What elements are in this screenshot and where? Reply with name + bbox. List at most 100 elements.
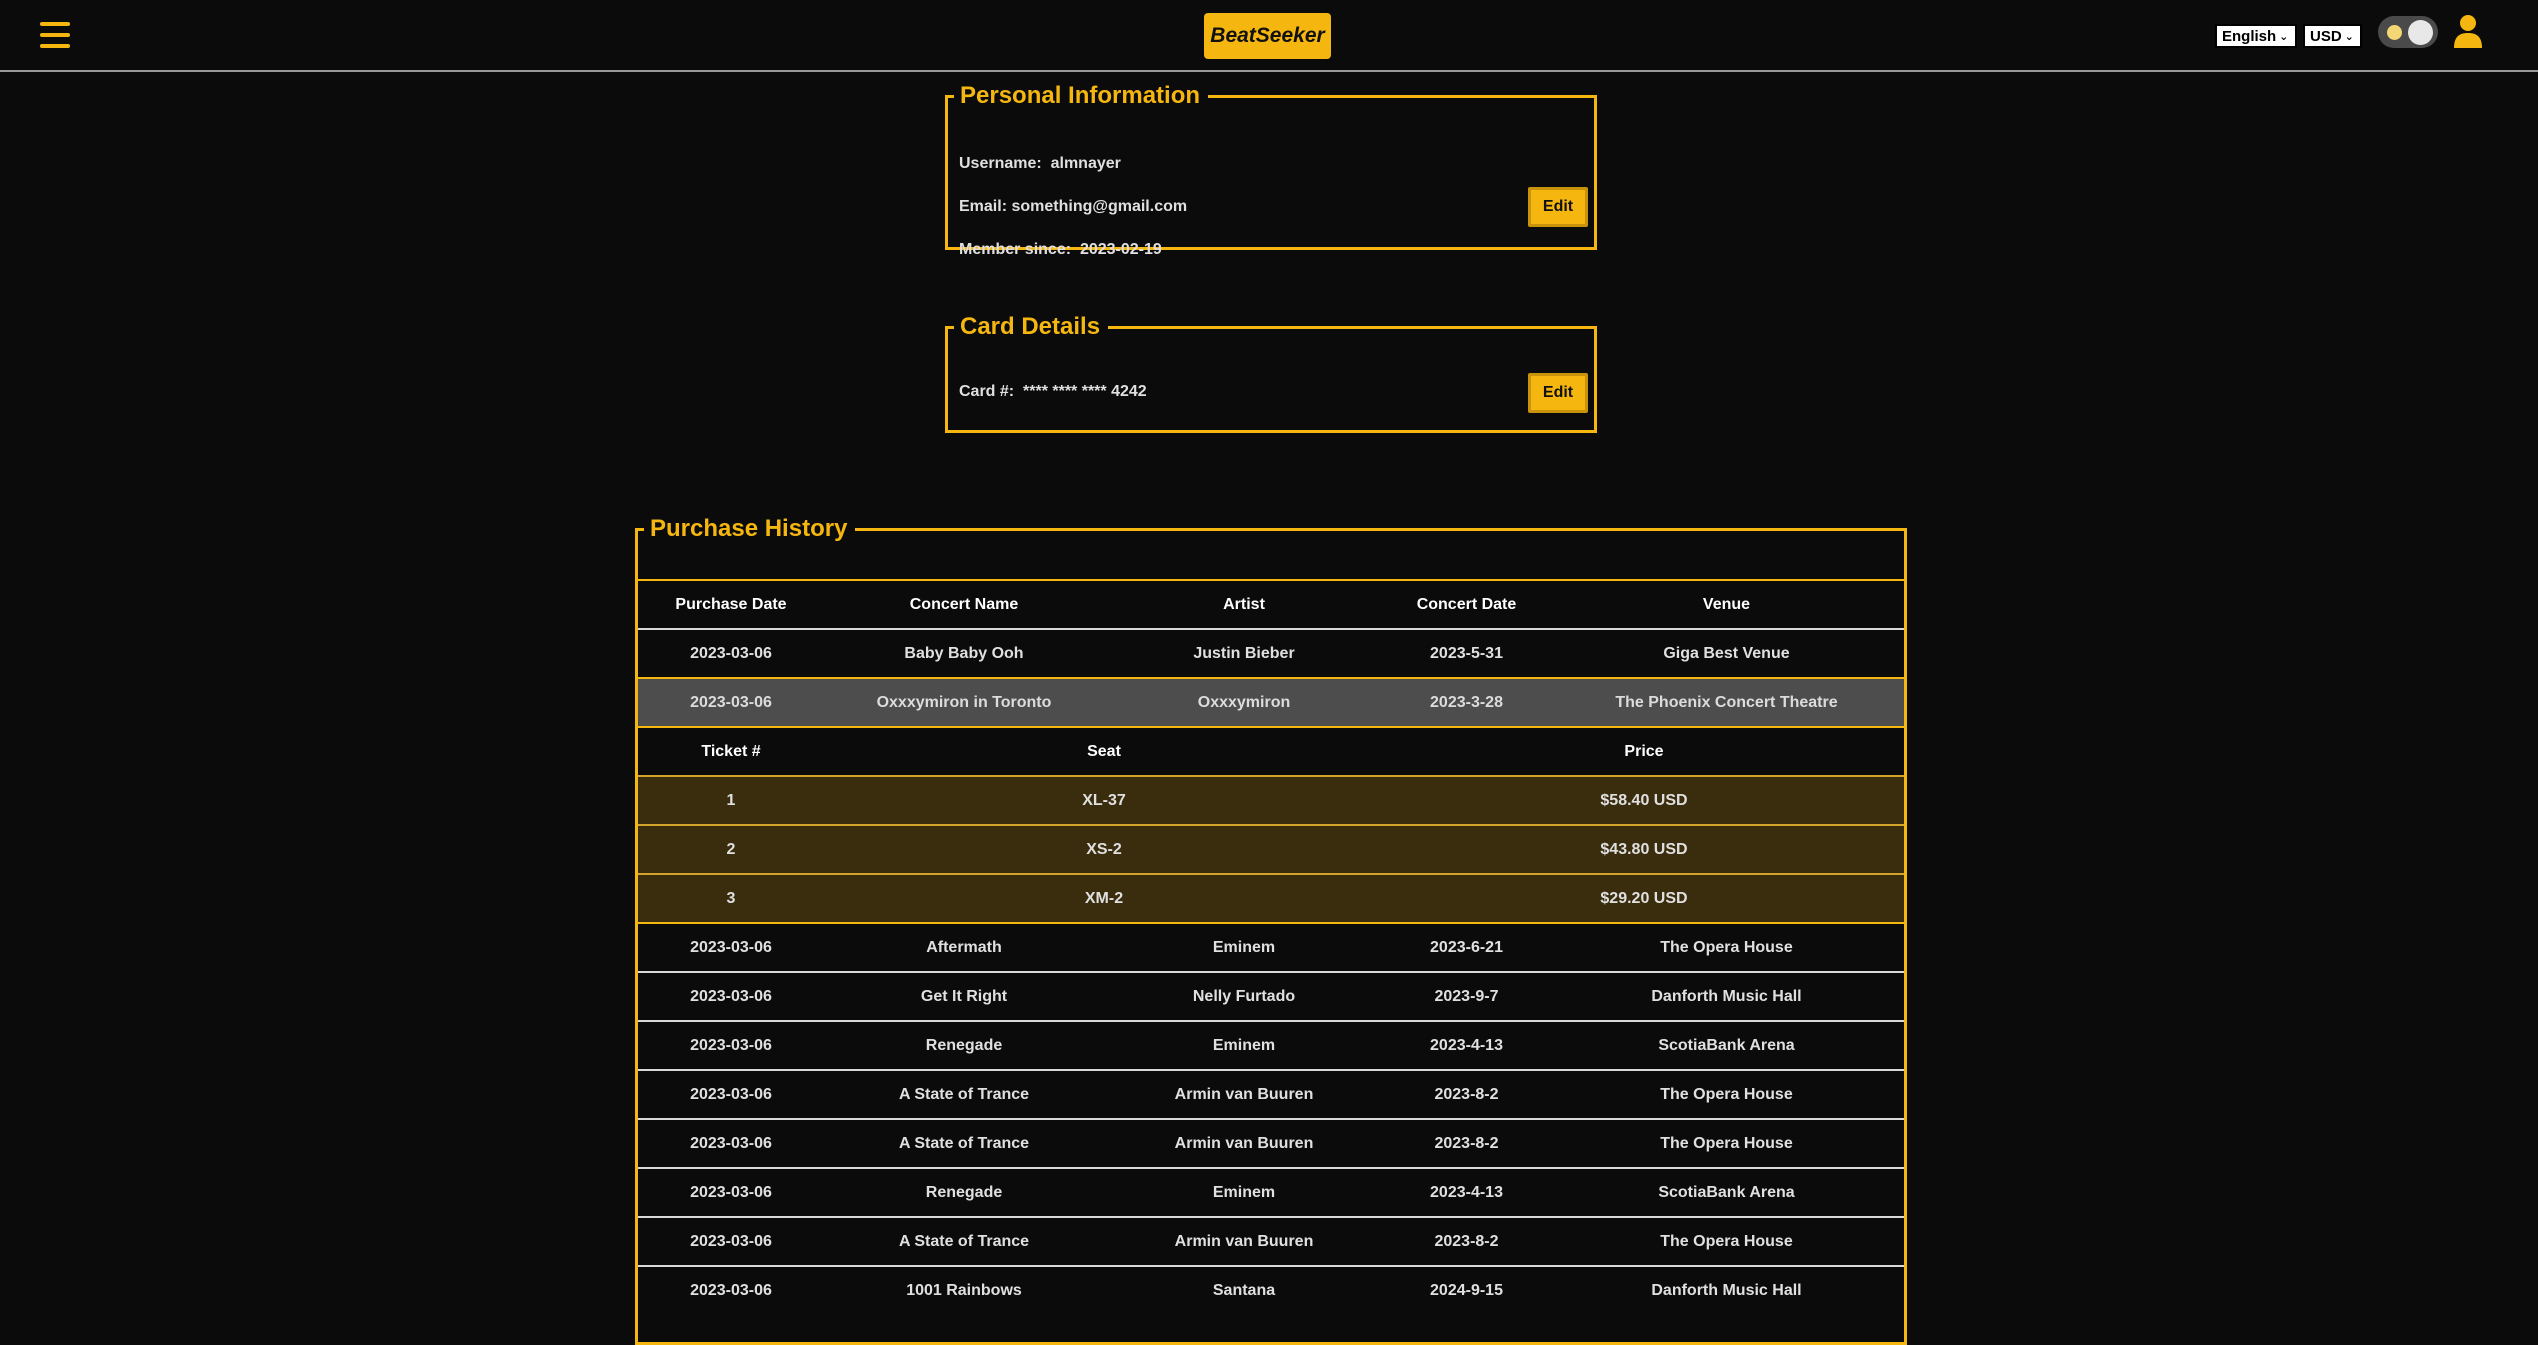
- table-row[interactable]: 2023-03-06 Get It Right Nelly Furtado 20…: [638, 971, 1904, 1021]
- seat-cell: XL-37: [824, 775, 1384, 825]
- purchase-date-cell: 2023-03-06: [638, 1167, 824, 1217]
- purchase-history-title: Purchase History: [650, 515, 848, 542]
- price-cell: $29.20 USD: [1384, 873, 1904, 923]
- table-row-selected[interactable]: 2023-03-06 Oxxxymiron in Toronto Oxxxymi…: [638, 677, 1904, 727]
- concert-date-cell: 2023-6-21: [1384, 922, 1549, 972]
- artist-cell: Eminem: [1104, 1167, 1384, 1217]
- personal-information-title: Personal Information: [960, 82, 1201, 109]
- concert-name-cell: Baby Baby Ooh: [824, 628, 1104, 678]
- ticket-column-header: Ticket #: [638, 726, 824, 776]
- artist-cell: Eminem: [1104, 922, 1384, 972]
- table-row[interactable]: 2023-03-06 Renegade Eminem 2023-4-13 Sco…: [638, 1020, 1904, 1070]
- column-header: Artist: [1104, 579, 1384, 629]
- table-row[interactable]: 2023-03-06 A State of Trance Armin van B…: [638, 1216, 1904, 1266]
- concert-date-cell: 2023-4-13: [1384, 1167, 1549, 1217]
- edit-card-details-button[interactable]: Edit: [1528, 373, 1588, 413]
- card-number-label: Card #:: [959, 383, 1015, 400]
- user-icon[interactable]: [2452, 14, 2484, 48]
- concert-name-cell: 1001 Rainbows: [824, 1265, 1104, 1315]
- card-number-row: Card #: **** **** **** 4242: [959, 383, 1147, 401]
- member-since-label: Member since:: [959, 241, 1072, 258]
- concert-date-cell: 2023-4-13: [1384, 1020, 1549, 1070]
- ticket-number-cell: 2: [638, 824, 824, 874]
- ticket-row: 2 XS-2 $43.80 USD: [638, 824, 1904, 874]
- concert-name-cell: Get It Right: [824, 971, 1104, 1021]
- seat-cell: XS-2: [824, 824, 1384, 874]
- concert-name-cell: Renegade: [824, 1020, 1104, 1070]
- concert-date-cell: 2024-9-15: [1384, 1265, 1549, 1315]
- venue-cell: The Opera House: [1549, 1216, 1904, 1266]
- username-value: almnayer: [1050, 155, 1121, 172]
- purchase-date-cell: 2023-03-06: [638, 971, 824, 1021]
- concert-name-cell: A State of Trance: [824, 1069, 1104, 1119]
- purchase-history-panel: Purchase History Purchase Date Concert N…: [635, 515, 1907, 1345]
- artist-cell: Armin van Buuren: [1104, 1069, 1384, 1119]
- seat-cell: XM-2: [824, 873, 1384, 923]
- chevron-down-icon: ⌄: [2279, 30, 2289, 43]
- table-header-row: Purchase Date Concert Name Artist Concer…: [638, 579, 1904, 629]
- edit-personal-info-button[interactable]: Edit: [1528, 187, 1588, 227]
- purchase-date-cell: 2023-03-06: [638, 1069, 824, 1119]
- column-header: Venue: [1549, 579, 1904, 629]
- purchase-date-cell: 2023-03-06: [638, 677, 824, 727]
- language-select[interactable]: English ⌄: [2215, 24, 2297, 48]
- ticket-column-header: Price: [1384, 726, 1904, 776]
- currency-value: USD: [2310, 27, 2342, 45]
- ticket-header-row: Ticket # Seat Price: [638, 726, 1904, 776]
- purchase-date-cell: 2023-03-06: [638, 1020, 824, 1070]
- currency-select[interactable]: USD ⌄: [2303, 24, 2362, 48]
- venue-cell: The Opera House: [1549, 1069, 1904, 1119]
- concert-name-cell: Aftermath: [824, 922, 1104, 972]
- purchase-date-cell: 2023-03-06: [638, 628, 824, 678]
- concert-name-cell: Renegade: [824, 1167, 1104, 1217]
- purchase-date-cell: 2023-03-06: [638, 1118, 824, 1168]
- purchase-date-cell: 2023-03-06: [638, 1265, 824, 1315]
- language-value: English: [2222, 27, 2277, 45]
- concert-name-cell: A State of Trance: [824, 1118, 1104, 1168]
- column-header: Concert Date: [1384, 579, 1549, 629]
- table-row[interactable]: 2023-03-06 Renegade Eminem 2023-4-13 Sco…: [638, 1167, 1904, 1217]
- table-row[interactable]: 2023-03-06 A State of Trance Armin van B…: [638, 1118, 1904, 1168]
- venue-cell: The Opera House: [1549, 922, 1904, 972]
- purchase-history-table: Purchase Date Concert Name Artist Concer…: [638, 579, 1904, 1315]
- brand-logo[interactable]: BeatSeeker: [1204, 13, 1331, 59]
- member-since-row: Member since: 2023-02-19: [959, 241, 1162, 259]
- artist-cell: Oxxxymiron: [1104, 677, 1384, 727]
- hamburger-menu-icon[interactable]: [40, 22, 70, 48]
- column-header: Purchase Date: [638, 579, 824, 629]
- artist-cell: Eminem: [1104, 1020, 1384, 1070]
- ticket-row: 1 XL-37 $58.40 USD: [638, 775, 1904, 825]
- table-row[interactable]: 2023-03-06 A State of Trance Armin van B…: [638, 1069, 1904, 1119]
- ticket-column-header: Seat: [824, 726, 1384, 776]
- chevron-down-icon: ⌄: [2344, 30, 2354, 43]
- concert-date-cell: 2023-8-2: [1384, 1118, 1549, 1168]
- venue-cell: Danforth Music Hall: [1549, 971, 1904, 1021]
- venue-cell: ScotiaBank Arena: [1549, 1167, 1904, 1217]
- artist-cell: Justin Bieber: [1104, 628, 1384, 678]
- price-cell: $58.40 USD: [1384, 775, 1904, 825]
- purchase-date-cell: 2023-03-06: [638, 922, 824, 972]
- theme-toggle[interactable]: [2378, 16, 2438, 48]
- table-row[interactable]: 2023-03-06 1001 Rainbows Santana 2024-9-…: [638, 1265, 1904, 1315]
- personal-information-panel: Personal Information Username: almnayer …: [945, 82, 1597, 258]
- concert-date-cell: 2023-8-2: [1384, 1069, 1549, 1119]
- card-number-value: **** **** **** 4242: [1023, 383, 1147, 400]
- toggle-knob: [2408, 20, 2433, 45]
- sun-icon: [2387, 25, 2402, 40]
- email-label: Email:: [959, 198, 1008, 215]
- table-row[interactable]: 2023-03-06 Baby Baby Ooh Justin Bieber 2…: [638, 628, 1904, 678]
- venue-cell: The Phoenix Concert Theatre: [1549, 677, 1904, 727]
- username-row: Username: almnayer: [959, 155, 1121, 173]
- ticket-number-cell: 1: [638, 775, 824, 825]
- username-label: Username:: [959, 155, 1042, 172]
- card-details-panel: Card Details Card #: **** **** **** 4242…: [945, 313, 1597, 433]
- price-cell: $43.80 USD: [1384, 824, 1904, 874]
- email-value: something@gmail.com: [1011, 198, 1188, 215]
- concert-date-cell: 2023-5-31: [1384, 628, 1549, 678]
- venue-cell: ScotiaBank Arena: [1549, 1020, 1904, 1070]
- column-header: Concert Name: [824, 579, 1104, 629]
- venue-cell: Danforth Music Hall: [1549, 1265, 1904, 1315]
- concert-date-cell: 2023-3-28: [1384, 677, 1549, 727]
- artist-cell: Nelly Furtado: [1104, 971, 1384, 1021]
- table-row[interactable]: 2023-03-06 Aftermath Eminem 2023-6-21 Th…: [638, 922, 1904, 972]
